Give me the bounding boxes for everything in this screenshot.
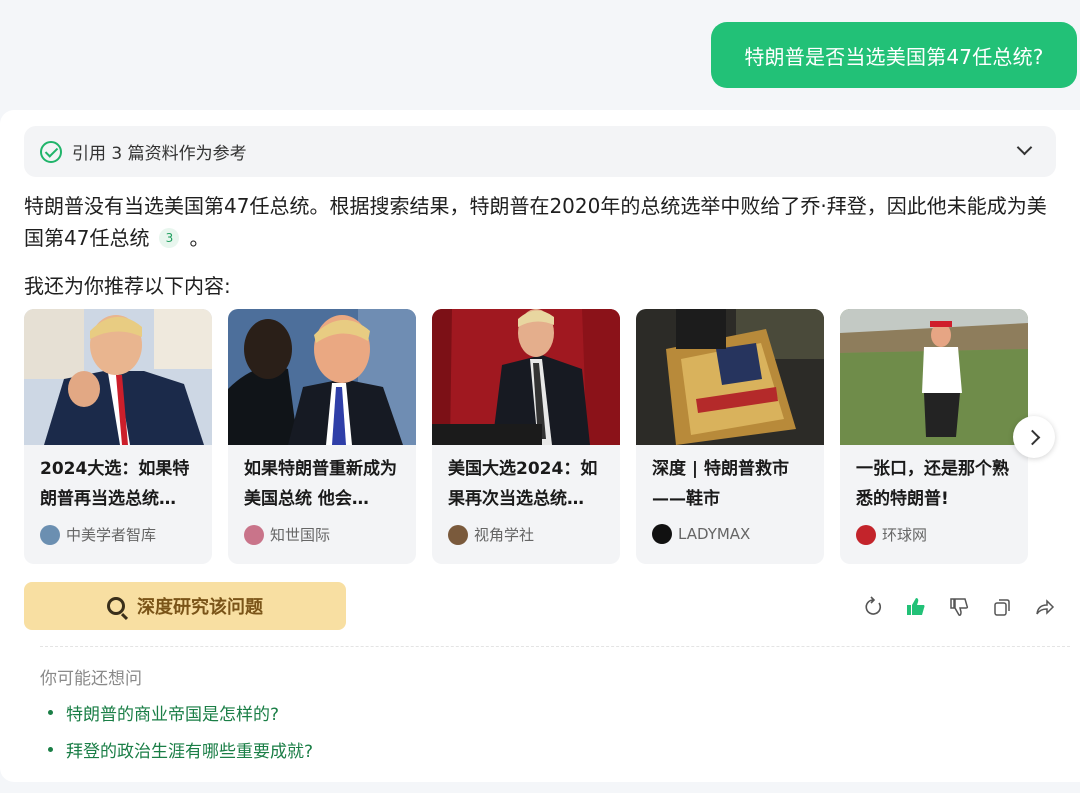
chevron-down-icon[interactable] — [1016, 139, 1033, 156]
recommend-title: 我还为你推荐以下内容: — [24, 274, 231, 298]
answer-text: 特朗普没有当选美国第47任总统。根据搜索结果，特朗普在2020年的总统选举中败给… — [24, 190, 1054, 254]
copy-icon[interactable] — [991, 596, 1013, 618]
suggestions-title: 你可能还想问 — [40, 669, 142, 689]
references-label: 引用 3 篇资料作为参考 — [72, 144, 247, 164]
bullet-icon — [48, 747, 53, 752]
card-thumbnail — [24, 309, 212, 445]
card-title: 一张口，还是那个熟悉的特朗普! — [856, 459, 1009, 509]
recommend-card[interactable]: 如果特朗普重新成为美国总统 他会… 知世国际 — [228, 309, 416, 564]
answer-tail: 。 — [189, 226, 210, 250]
card-source-name: LADYMAX — [678, 525, 751, 543]
carousel-next-button[interactable] — [1013, 416, 1055, 458]
card-source-name: 知世国际 — [270, 526, 331, 544]
card-source-name: 环球网 — [882, 526, 928, 544]
answer-panel: 引用 3 篇资料作为参考 特朗普没有当选美国第47任总统。根据搜索结果，特朗普在… — [0, 110, 1080, 782]
share-icon[interactable] — [1034, 596, 1056, 618]
recommend-card[interactable]: 一张口，还是那个熟悉的特朗普! 环球网 — [840, 309, 1028, 564]
card-source: 视角学社 — [448, 524, 534, 545]
thumbs-up-icon[interactable] — [905, 596, 927, 618]
card-source-name: 中美学者智库 — [66, 526, 157, 544]
recommend-card[interactable]: 深度 | 特朗普救市——鞋市 LADYMAX — [636, 309, 824, 564]
card-source: LADYMAX — [652, 524, 750, 544]
card-title: 2024大选：如果特朗普再当选总统… — [40, 459, 190, 509]
suggested-question-text: 拜登的政治生涯有哪些重要成就? — [66, 742, 314, 762]
source-logo-icon — [448, 524, 468, 545]
card-title: 如果特朗普重新成为美国总统 他会… — [244, 459, 397, 509]
thumbs-down-icon[interactable] — [948, 596, 970, 618]
source-logo-icon — [40, 524, 60, 545]
bullet-icon — [48, 710, 53, 715]
refresh-icon[interactable] — [862, 596, 884, 618]
divider — [40, 646, 1070, 647]
card-source-name: 视角学社 — [474, 526, 535, 544]
source-logo-icon — [244, 524, 264, 545]
check-circle-icon — [40, 140, 62, 163]
card-title: 美国大选2024：如果再次当选总统… — [448, 459, 598, 509]
answer-actions — [862, 596, 1077, 618]
recommend-carousel: 2024大选：如果特朗普再当选总统… 中美学者智库 如果特朗普重新成为美国总统 … — [24, 309, 1080, 564]
card-thumbnail — [432, 309, 620, 445]
card-source: 环球网 — [856, 524, 927, 545]
source-logo-icon — [652, 524, 672, 544]
card-thumbnail — [840, 309, 1028, 445]
recommend-card[interactable]: 2024大选：如果特朗普再当选总统… 中美学者智库 — [24, 309, 212, 564]
user-message-bubble: 特朗普是否当选美国第47任总统? — [711, 22, 1077, 88]
deep-research-button[interactable]: 深度研究该问题 — [24, 582, 346, 630]
references-toggle[interactable]: 引用 3 篇资料作为参考 — [24, 126, 1056, 177]
suggested-question-text: 特朗普的商业帝国是怎样的? — [66, 705, 280, 725]
card-source: 中美学者智库 — [40, 524, 156, 545]
card-thumbnail — [636, 309, 824, 445]
card-title: 深度 | 特朗普救市——鞋市 — [652, 459, 790, 509]
card-source: 知世国际 — [244, 524, 330, 545]
source-logo-icon — [856, 524, 876, 545]
magnifier-icon — [107, 597, 125, 615]
deep-research-label: 深度研究该问题 — [137, 597, 263, 618]
citation-badge[interactable]: 3 — [159, 228, 180, 248]
recommend-card[interactable]: 美国大选2024：如果再次当选总统… 视角学社 — [432, 309, 620, 564]
suggested-question[interactable]: 拜登的政治生涯有哪些重要成就? — [48, 737, 313, 762]
suggested-question[interactable]: 特朗普的商业帝国是怎样的? — [48, 700, 279, 725]
card-thumbnail — [228, 309, 416, 445]
